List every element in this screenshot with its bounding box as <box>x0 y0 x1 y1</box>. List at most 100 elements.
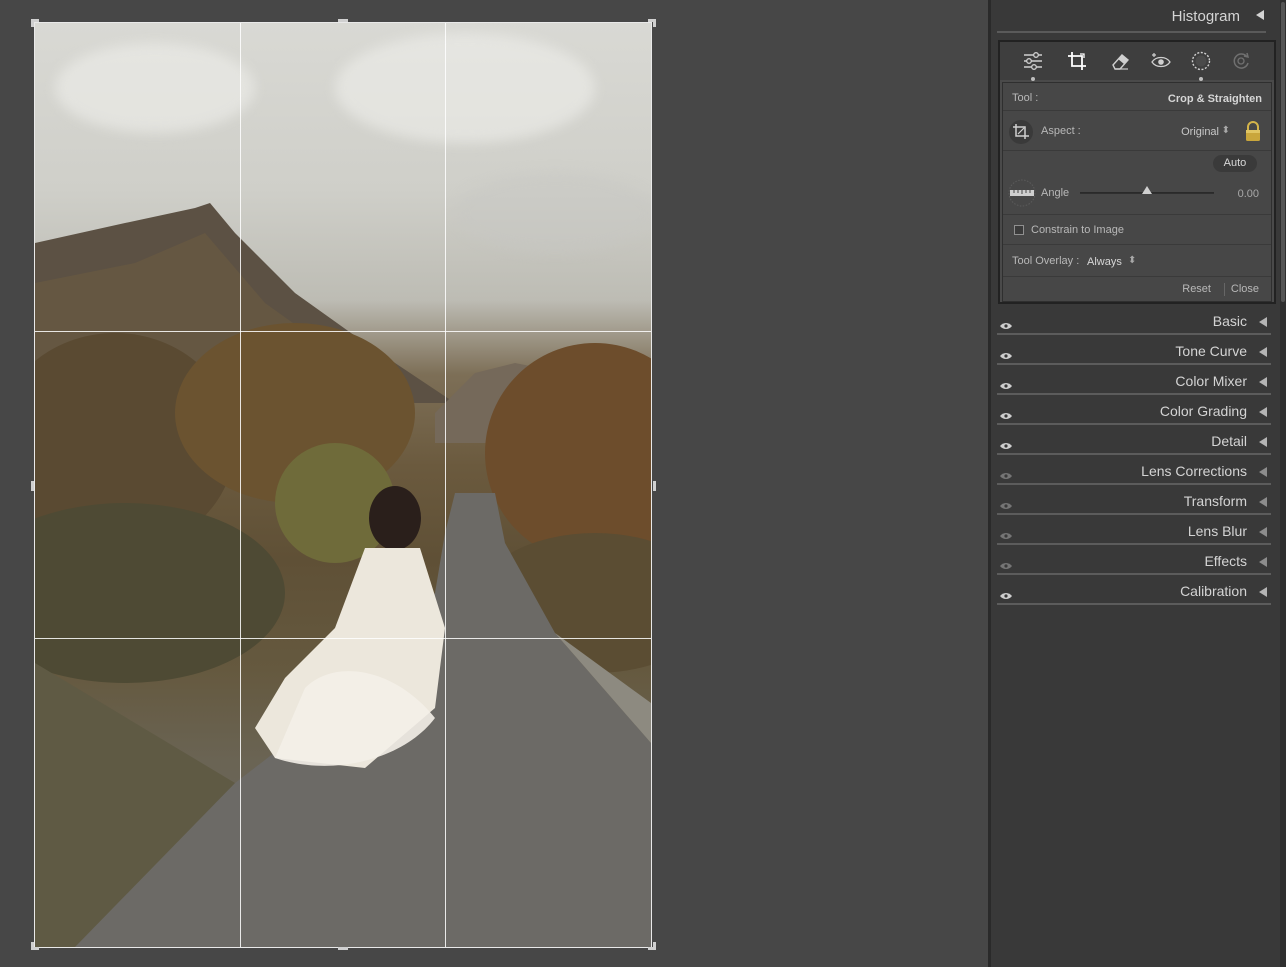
section-title: Color Mixer <box>1175 373 1247 389</box>
section-color-grading[interactable]: Color Grading <box>997 398 1277 426</box>
angle-value[interactable]: 0.00 <box>1238 188 1259 200</box>
active-dot-icon <box>1199 77 1203 81</box>
section-transform[interactable]: Transform <box>997 488 1277 516</box>
section-title: Color Grading <box>1159 403 1247 419</box>
crop-handle-top-right[interactable] <box>653 19 656 27</box>
overlay-row: Tool Overlay : Always ⬍ <box>1003 245 1271 277</box>
crop-handle-bottom-right[interactable] <box>653 942 656 950</box>
tool-overlay-label: Tool Overlay : <box>1012 255 1080 267</box>
histogram-title: Histogram <box>1171 8 1240 25</box>
visibility-eye-icon[interactable] <box>1000 407 1012 419</box>
crop-handle-bottom[interactable] <box>338 947 348 950</box>
collapse-triangle-icon[interactable] <box>1259 437 1267 447</box>
crop-handle-top-left[interactable] <box>31 19 34 27</box>
tool-name: Crop & Straighten <box>1167 93 1262 105</box>
crop-handle-bottom-left[interactable] <box>31 942 34 950</box>
divider <box>997 453 1271 455</box>
divider <box>997 543 1271 545</box>
divider <box>997 423 1271 425</box>
collapse-triangle-icon[interactable] <box>1259 557 1267 567</box>
section-title: Detail <box>1211 433 1247 449</box>
collapse-triangle-icon[interactable] <box>1259 467 1267 477</box>
constrain-checkbox[interactable] <box>1014 225 1024 235</box>
aspect-stepper-icon[interactable]: ⬍ <box>1222 125 1230 136</box>
develop-panel: Histogram Tool: Crop & Straighten Aspec… <box>988 0 1286 967</box>
histogram-header[interactable]: Histogram <box>991 0 1280 34</box>
section-calibration[interactable]: Calibration <box>997 578 1277 606</box>
masking-icon[interactable] <box>1190 50 1212 81</box>
reset-button[interactable]: Reset <box>1182 283 1211 295</box>
crop-footer: Reset Close <box>1003 277 1271 301</box>
visibility-eye-icon[interactable] <box>1000 587 1012 599</box>
divider <box>997 483 1271 485</box>
divider <box>997 393 1271 395</box>
crop-handle-top[interactable] <box>338 19 348 22</box>
section-title: Lens Blur <box>1187 523 1247 539</box>
panel-scrollbar[interactable] <box>1280 0 1286 967</box>
section-title: Transform <box>1183 493 1247 509</box>
constrain-row: Constrain to Image <box>1003 215 1271 245</box>
red-eye-icon[interactable] <box>1150 50 1172 72</box>
collapse-triangle-icon[interactable] <box>1259 407 1267 417</box>
collapse-triangle-icon[interactable] <box>1259 377 1267 387</box>
visibility-eye-icon[interactable] <box>1000 497 1012 509</box>
auto-button[interactable]: Auto <box>1213 155 1257 172</box>
healing-eraser-icon[interactable] <box>1109 50 1131 72</box>
section-title: Calibration <box>1180 583 1247 599</box>
visibility-eye-icon[interactable] <box>1000 347 1012 359</box>
presets-icon[interactable] <box>1230 50 1252 72</box>
section-effects[interactable]: Effects <box>997 548 1277 576</box>
visibility-eye-icon[interactable] <box>1000 527 1012 539</box>
collapse-triangle-icon[interactable] <box>1259 527 1267 537</box>
collapse-triangle-icon[interactable] <box>1256 10 1264 20</box>
collapse-triangle-icon[interactable] <box>1259 347 1267 357</box>
crop-icon[interactable] <box>1066 50 1088 72</box>
section-tone-curve[interactable]: Tone Curve <box>997 338 1277 366</box>
visibility-eye-icon[interactable] <box>1000 467 1012 479</box>
section-title: Tone Curve <box>1175 343 1247 359</box>
crop-frame[interactable] <box>34 22 652 948</box>
tool-row: Tool : Crop & Straighten <box>1003 83 1271 111</box>
collapse-triangle-icon[interactable] <box>1259 497 1267 507</box>
visibility-eye-icon[interactable] <box>1000 377 1012 389</box>
visibility-eye-icon[interactable] <box>1000 557 1012 569</box>
aspect-select[interactable]: Original <box>1181 126 1219 138</box>
section-basic[interactable]: Basic <box>997 308 1277 336</box>
edit-sliders-icon[interactable] <box>1022 50 1044 81</box>
crop-settings: Tool : Crop & Straighten Aspect : Origin… <box>1002 82 1272 302</box>
section-lens-corrections[interactable]: Lens Corrections <box>997 458 1277 486</box>
close-button[interactable]: Close <box>1231 283 1259 295</box>
collapse-triangle-icon[interactable] <box>1259 587 1267 597</box>
collapse-triangle-icon[interactable] <box>1259 317 1267 327</box>
lock-icon[interactable] <box>1243 120 1263 142</box>
angle-slider-thumb[interactable] <box>1142 186 1152 194</box>
divider <box>997 31 1266 33</box>
section-title: Basic <box>1212 313 1247 329</box>
aspect-row: Aspect : Original ⬍ <box>1003 111 1271 151</box>
active-dot-icon <box>1031 77 1035 81</box>
divider <box>997 603 1271 605</box>
section-lens-blur[interactable]: Lens Blur <box>997 518 1277 546</box>
crop-handle-right[interactable] <box>653 481 656 491</box>
divider <box>997 363 1271 365</box>
aspect-label: Aspect : <box>1041 125 1081 137</box>
section-color-mixer[interactable]: Color Mixer <box>997 368 1277 396</box>
scrollbar-thumb[interactable] <box>1281 2 1285 302</box>
constrain-label[interactable]: Constrain to Image <box>1031 224 1124 236</box>
visibility-eye-icon[interactable] <box>1000 437 1012 449</box>
photo-canvas[interactable] <box>0 0 988 967</box>
visibility-eye-icon[interactable] <box>1000 317 1012 329</box>
tool-overlay-select[interactable]: Always <box>1087 256 1122 268</box>
section-title: Lens Corrections <box>1141 463 1247 479</box>
tool-strip <box>1000 42 1274 81</box>
section-title: Effects <box>1204 553 1247 569</box>
crop-tool-box: Tool : Crop & Straighten Aspect : Origin… <box>998 40 1276 304</box>
divider <box>997 573 1271 575</box>
divider <box>997 513 1271 515</box>
angle-row: Auto Angle 0.00 <box>1003 151 1271 215</box>
tool-overlay-stepper-icon[interactable]: ⬍ <box>1128 255 1136 266</box>
section-detail[interactable]: Detail <box>997 428 1277 456</box>
crop-handle-left[interactable] <box>31 481 34 491</box>
angle-slider[interactable] <box>1003 181 1271 201</box>
aspect-crop-icon[interactable] <box>1009 120 1033 144</box>
